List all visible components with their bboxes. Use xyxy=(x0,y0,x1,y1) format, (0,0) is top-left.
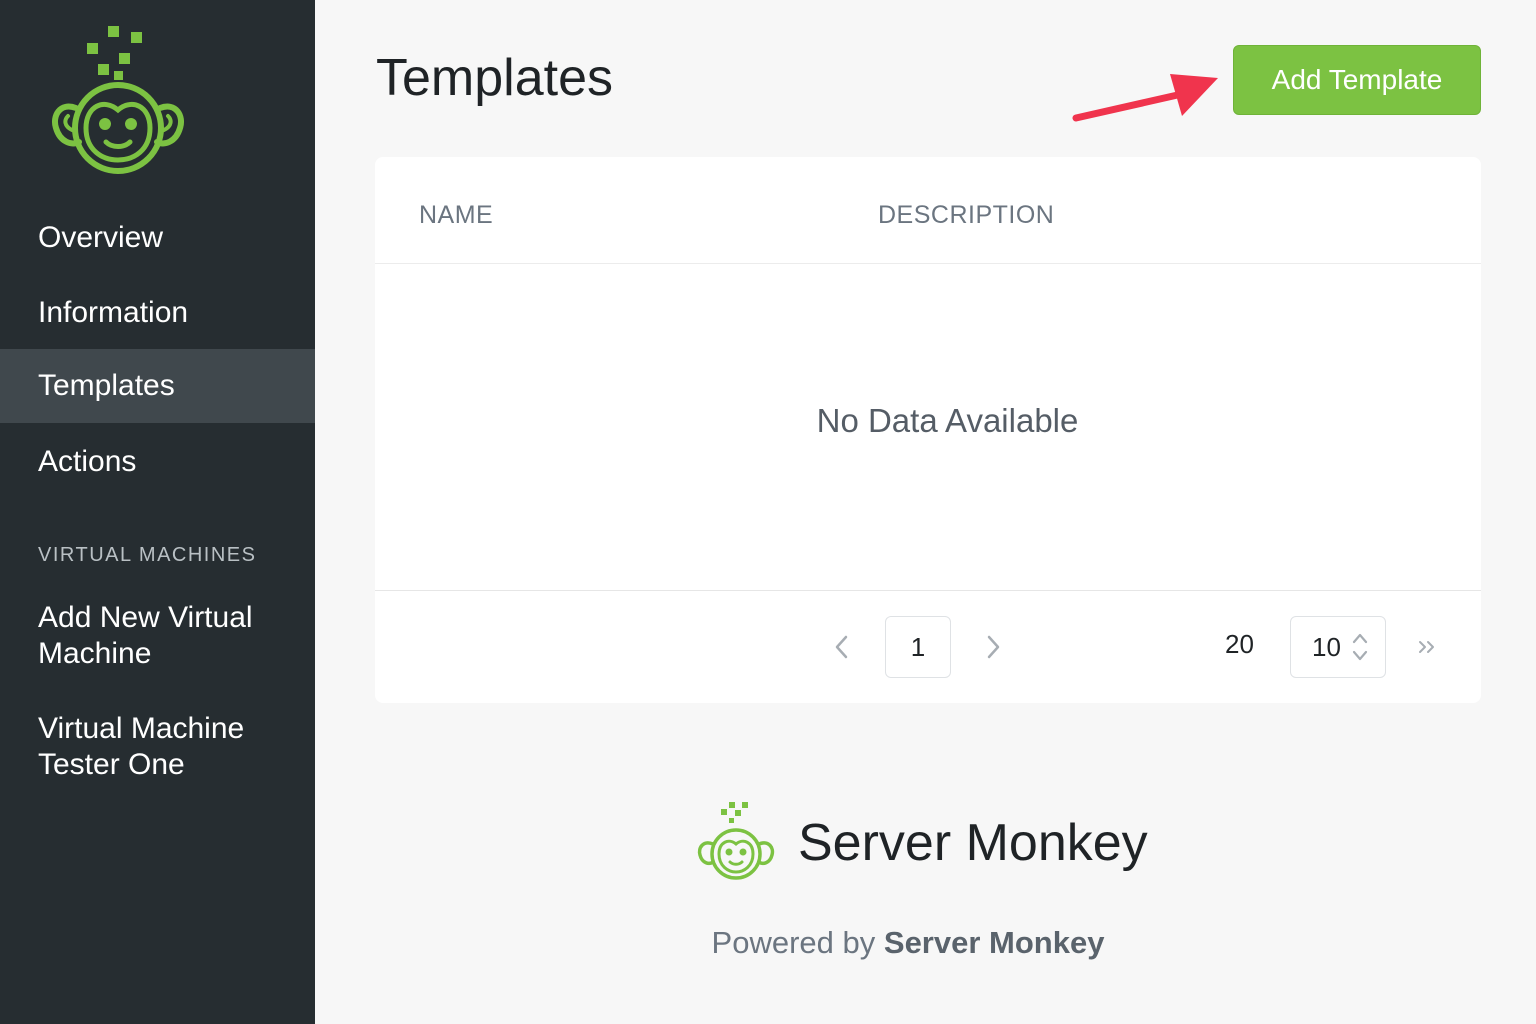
double-chevron-right-icon xyxy=(1419,641,1434,653)
sidebar-item-actions[interactable]: Actions xyxy=(0,430,315,494)
footer-divider xyxy=(375,590,1481,591)
column-header-name[interactable]: NAME xyxy=(419,201,493,230)
column-header-description[interactable]: DESCRIPTION xyxy=(878,201,1054,230)
sidebar-item-label-line1: Virtual Machine xyxy=(38,712,245,745)
sidebar-item-label: Actions xyxy=(38,445,137,478)
page-size-stepper[interactable]: 10 xyxy=(1290,616,1386,678)
sidebar-section-title: VIRTUAL MACHINES xyxy=(38,544,257,566)
last-page-button[interactable] xyxy=(1415,627,1439,667)
sidebar-item-templates[interactable]: Templates xyxy=(0,349,315,423)
prev-page-button[interactable] xyxy=(830,627,852,667)
sidebar-item-label: Templates xyxy=(38,369,175,402)
sidebar-item-label: Information xyxy=(38,296,189,329)
next-page-button[interactable] xyxy=(983,627,1005,667)
empty-state-message: No Data Available xyxy=(816,402,1079,439)
sidebar-item-virtual-machine-tester-one[interactable]: Virtual Machine Tester One xyxy=(0,711,315,783)
sidebar-item-label: Overview xyxy=(38,221,164,254)
powered-by-text: Powered by Server Monkey xyxy=(0,925,1536,961)
sidebar-item-add-new-virtual-machine[interactable]: Add New Virtual Machine xyxy=(0,600,315,672)
sidebar-item-label-line1: Add New Virtual xyxy=(38,601,253,634)
sidebar-item-label-line2: Tester One xyxy=(38,748,185,781)
total-count: 20 xyxy=(1225,629,1254,659)
page-number-button[interactable]: 1 xyxy=(885,616,951,678)
header-divider xyxy=(375,263,1481,264)
add-template-button[interactable]: Add Template xyxy=(1233,45,1481,115)
powered-prefix: Powered by xyxy=(711,925,876,960)
sidebar-item-overview[interactable]: Overview xyxy=(0,206,315,270)
arrow-annotation-icon xyxy=(1072,74,1218,122)
server-monkey-brand-logo-icon xyxy=(697,802,775,880)
sidebar: Overview Information Templates Actions V… xyxy=(0,0,315,1024)
powered-brand-link[interactable]: Server Monkey xyxy=(884,925,1105,960)
page-size-value: 10 xyxy=(1312,631,1341,662)
spinner-arrows-icon[interactable] xyxy=(1351,631,1369,663)
chevron-left-icon xyxy=(835,635,848,659)
sidebar-item-information[interactable]: Information xyxy=(0,281,315,345)
chevron-right-icon xyxy=(987,635,1000,659)
sidebar-item-label-line2: Machine xyxy=(38,637,152,670)
page-title: Templates xyxy=(376,49,613,107)
server-monkey-logo-icon xyxy=(52,26,184,174)
brand-name: Server Monkey xyxy=(798,814,1148,872)
templates-table: NAME DESCRIPTION No Data Available 1 20 … xyxy=(375,157,1481,703)
